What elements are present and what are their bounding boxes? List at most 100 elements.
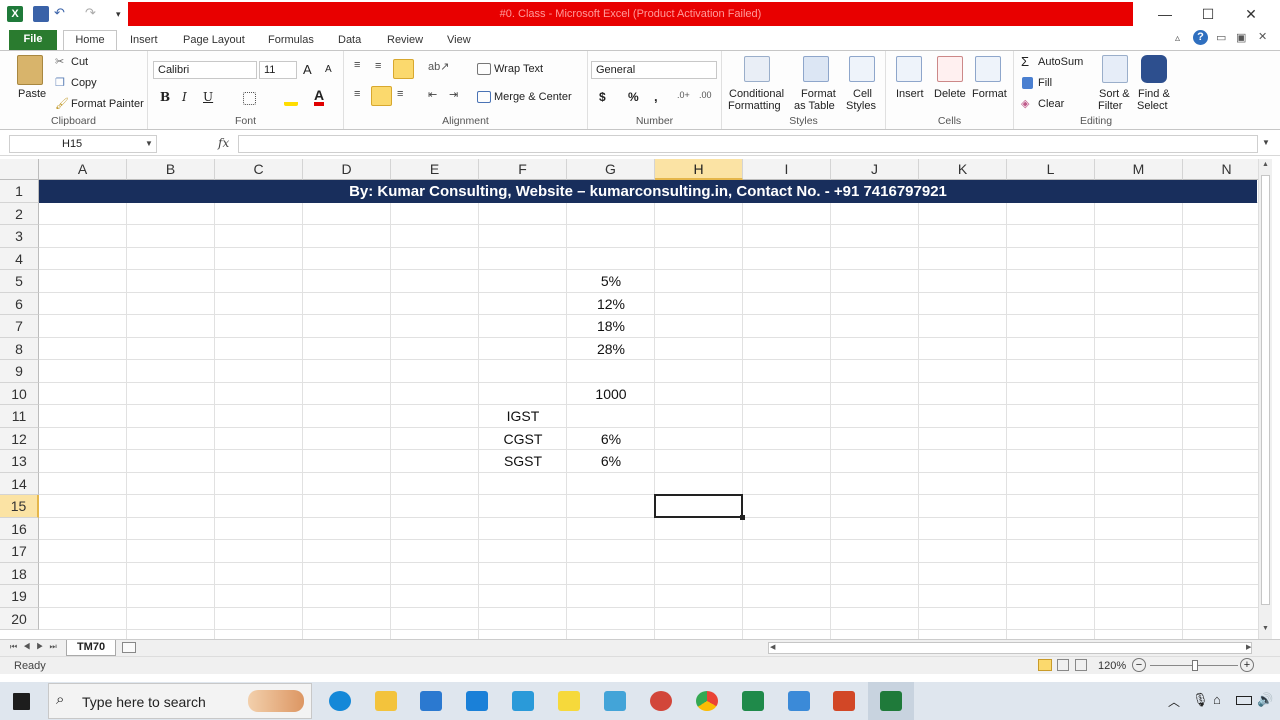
cell-g10[interactable]: 1000 [567,383,655,405]
tab-review[interactable]: Review [381,31,429,50]
row-header[interactable]: 8 [0,337,39,360]
align-left-icon[interactable]: ≡ [354,88,360,100]
fill-color-icon[interactable] [284,91,298,106]
close-button[interactable]: ✕ [1236,4,1266,24]
tab-home[interactable]: Home [63,30,117,51]
border-icon[interactable] [243,92,256,105]
row-header[interactable]: 16 [0,517,39,540]
grow-font-icon[interactable]: A [303,62,312,77]
zoom-in-icon[interactable]: + [1240,658,1254,672]
column-header[interactable]: L [1007,159,1095,180]
copy-button[interactable]: Copy [71,77,97,89]
sticky-notes-icon[interactable] [558,691,580,711]
bold-button[interactable]: B [160,90,170,104]
wrap-text-button[interactable]: Wrap Text [494,63,543,75]
row-header[interactable]: 10 [0,382,39,405]
comma-button[interactable]: , [654,89,658,104]
clear-button[interactable]: Clear [1038,98,1064,110]
row-header[interactable]: 7 [0,315,39,338]
normal-view-icon[interactable] [1038,659,1052,671]
volume-icon[interactable]: 🔊 [1257,692,1273,708]
orientation-icon[interactable]: ab↗ [428,60,449,73]
format-as-table-button[interactable]: Format [801,88,836,100]
active-cell[interactable] [654,494,743,518]
scroll-left-icon[interactable]: ◀ [770,643,775,651]
taskbar-search-text[interactable]: Type here to search [82,694,206,710]
app-icon-5[interactable] [788,691,810,711]
column-header[interactable]: A [39,159,127,180]
increase-indent-icon[interactable]: ⇥ [449,88,458,101]
find-select-icon[interactable] [1141,55,1167,83]
mail-icon[interactable] [466,691,488,711]
tray-chevron-icon[interactable]: ︿ [1168,693,1180,710]
column-header[interactable]: H [655,159,743,180]
insert-cells-icon[interactable] [896,56,922,82]
format-painter-icon[interactable]: 🖌 [55,97,69,110]
zoom-level[interactable]: 120% [1098,660,1126,672]
delete-cells-icon[interactable] [937,56,963,82]
expand-formula-icon[interactable]: ▼ [1262,138,1270,147]
powerpoint-icon[interactable] [833,691,855,711]
format-as-table-line2[interactable]: as Table [794,100,835,112]
file-explorer-icon[interactable] [375,691,397,711]
column-header[interactable]: F [479,159,567,180]
tab-page-layout[interactable]: Page Layout [177,31,251,50]
row-header[interactable]: 9 [0,360,39,383]
format-painter-button[interactable]: Format Painter [71,98,144,110]
ribbon-minimize-icon[interactable]: ▵ [1175,33,1180,44]
row-header[interactable]: 1 [0,180,39,203]
column-header[interactable]: D [303,159,391,180]
formula-input[interactable] [238,135,1258,153]
zoom-out-icon[interactable]: − [1132,658,1146,672]
battery-icon[interactable] [1236,696,1252,705]
row-header[interactable]: 13 [0,450,39,473]
zoom-slider-thumb[interactable] [1192,660,1198,671]
select-all-corner[interactable] [0,159,39,180]
column-header[interactable]: K [919,159,1007,180]
cell-g8[interactable]: 28% [567,338,655,360]
row-header[interactable]: 12 [0,427,39,450]
page-layout-view-icon[interactable] [1057,659,1069,671]
tab-file[interactable]: File [9,30,57,50]
row-header[interactable]: 6 [0,292,39,315]
conditional-formatting-button[interactable]: Conditional [729,88,784,100]
chrome-icon[interactable] [696,691,718,711]
help-icon[interactable]: ? [1193,30,1208,45]
find-select-button[interactable]: Find & [1138,88,1170,100]
cell-g13[interactable]: 6% [567,450,655,472]
edge-icon[interactable] [329,691,351,711]
cell-f13[interactable]: SGST [479,450,567,472]
column-header[interactable]: I [743,159,831,180]
page-break-view-icon[interactable] [1075,659,1087,671]
cell-f12[interactable]: CGST [479,428,567,450]
insert-cells-button[interactable]: Insert [896,88,924,100]
sort-filter-line2[interactable]: Filter [1098,100,1122,112]
save-icon[interactable] [33,6,49,22]
font-color-icon[interactable]: A [314,88,325,106]
align-top-icon[interactable]: ≡ [354,59,360,71]
cell-styles-button[interactable]: Cell [853,88,872,100]
row-header[interactable]: 2 [0,202,39,225]
row-header[interactable]: 11 [0,405,39,428]
find-select-line2[interactable]: Select [1137,100,1168,112]
row-header[interactable]: 18 [0,562,39,585]
scroll-up-icon[interactable]: ▲ [1262,161,1269,168]
window-restore-icon[interactable]: ▣ [1236,31,1246,44]
app-icon-4[interactable] [742,691,764,711]
column-header[interactable]: J [831,159,919,180]
window-min-icon[interactable]: ▭ [1216,31,1226,44]
tab-insert[interactable]: Insert [124,31,164,50]
align-center-icon[interactable] [371,86,392,106]
row-header[interactable]: 5 [0,270,39,293]
vertical-scrollbar[interactable]: ▲ ▼ [1258,159,1272,639]
cell-g5[interactable]: 5% [567,270,655,292]
new-sheet-icon[interactable] [122,642,136,653]
column-header[interactable]: M [1095,159,1183,180]
network-icon[interactable]: ⌂ [1213,692,1221,707]
scroll-right-icon[interactable]: ▶ [1246,643,1251,651]
cell-g6[interactable]: 12% [567,293,655,315]
sheet-tab[interactable]: TM70 [66,640,116,656]
row-header[interactable]: 19 [0,585,39,608]
column-header[interactable]: C [215,159,303,180]
tab-formulas[interactable]: Formulas [262,31,320,50]
